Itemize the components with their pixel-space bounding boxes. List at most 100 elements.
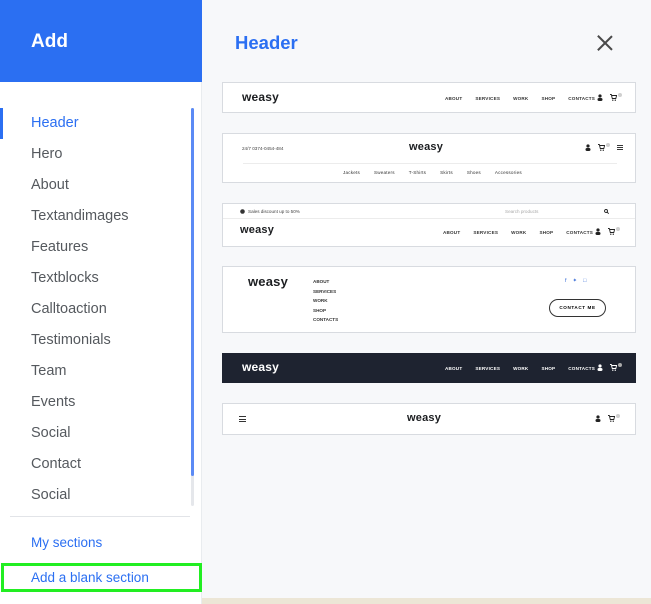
template-social-icons: f ✦ □: [565, 278, 586, 284]
template-logo: weasy: [409, 141, 444, 153]
menu-item-header[interactable]: Header: [0, 108, 202, 139]
menu-icon: [617, 145, 623, 150]
nav-item: WORK: [513, 366, 529, 371]
template-icons: [595, 413, 620, 422]
twitter-icon: ✦: [572, 278, 578, 284]
template-nav: ABOUT SERVICES WORK SHOP CONTACTS: [443, 230, 593, 235]
nav-item: ABOUT: [313, 279, 330, 284]
cart-icon: [610, 94, 617, 101]
template-promo: Sales discount up to 50%: [248, 209, 300, 214]
menu-scrollbar-thumb[interactable]: [191, 108, 194, 476]
sidebar-divider: [10, 516, 190, 517]
cart-icon: [598, 144, 605, 151]
template-icons: [595, 226, 620, 235]
menu-item-events[interactable]: Events: [0, 387, 202, 418]
menu-item-features[interactable]: Features: [0, 232, 202, 263]
add-blank-section-label: Add a blank section: [31, 570, 149, 585]
cart-badge: [616, 226, 620, 231]
add-blank-section-button[interactable]: Add a blank section: [1, 563, 202, 592]
sidebar: Add Header Hero About Textandimages Feat…: [0, 0, 202, 604]
template-logo: weasy: [242, 360, 280, 374]
category-item: Skirts: [440, 170, 453, 175]
cart-badge: [616, 413, 620, 418]
user-icon: [597, 94, 603, 101]
header-template-2[interactable]: 24/7 0374-0454-484 weasy Jackets Sweater…: [222, 133, 636, 183]
cart-icon: [608, 415, 615, 422]
menu-item-testimonials[interactable]: Testimonials: [0, 325, 202, 356]
instagram-icon: □: [583, 278, 587, 284]
category-item: Accessories: [494, 170, 522, 175]
facebook-icon: f: [565, 278, 567, 284]
nav-item: CONTACTS: [568, 96, 596, 101]
close-icon[interactable]: [596, 34, 614, 52]
nav-item: SHOP: [541, 366, 556, 371]
template-nav: ABOUT SERVICES WORK SHOP CONTACTS: [445, 96, 595, 101]
nav-item: ABOUT: [445, 366, 463, 371]
template-divider: [223, 218, 635, 219]
template-divider: [243, 163, 617, 164]
nav-item: WORK: [513, 96, 529, 101]
cart-icon: [610, 364, 617, 371]
template-logo: weasy: [407, 412, 442, 424]
nav-item: WORK: [313, 298, 328, 303]
nav-item: ABOUT: [443, 230, 461, 235]
page-background-strip: [202, 598, 651, 604]
menu-item-social[interactable]: Social: [0, 418, 202, 449]
nav-item: CONTACTS: [568, 366, 596, 371]
nav-item: SERVICES: [475, 96, 501, 101]
sidebar-title: Add: [31, 31, 68, 52]
nav-item: SERVICES: [473, 230, 499, 235]
user-icon: [585, 144, 591, 151]
my-sections-link[interactable]: My sections: [31, 535, 102, 550]
template-icons: [585, 142, 623, 151]
template-vertical-nav: ABOUT SERVICES WORK SHOP CONTACTS: [313, 277, 338, 325]
header-template-5[interactable]: weasy ABOUT SERVICES WORK SHOP CONTACTS: [222, 353, 636, 383]
nav-item: SHOP: [539, 230, 554, 235]
header-template-3[interactable]: Sales discount up to 50% Search products…: [222, 203, 636, 247]
menu-item-about[interactable]: About: [0, 170, 202, 201]
category-item: Shoes: [466, 170, 481, 175]
category-item: Jackets: [343, 170, 360, 175]
panel-title: Header: [235, 32, 298, 53]
template-panel: Header weasy ABOUT SERVICES WORK SHOP CO…: [202, 0, 651, 604]
template-category-nav: Jackets Sweaters T-Shirts Skirts Shoes A…: [343, 170, 522, 175]
template-logo: weasy: [240, 224, 275, 236]
nav-item: SHOP: [541, 96, 556, 101]
menu-item-team[interactable]: Team: [0, 356, 202, 387]
header-template-6[interactable]: weasy: [222, 403, 636, 435]
cart-badge: [618, 92, 622, 97]
nav-item: CONTACTS: [566, 230, 594, 235]
menu-item-contact[interactable]: Contact: [0, 449, 202, 480]
nav-item: WORK: [511, 230, 527, 235]
category-item: Sweaters: [373, 170, 395, 175]
template-phone: 24/7 0374-0454-484: [242, 146, 284, 151]
search-icon: [604, 209, 609, 214]
user-icon: [597, 364, 603, 371]
template-logo: weasy: [248, 274, 289, 289]
template-nav: ABOUT SERVICES WORK SHOP CONTACTS: [445, 366, 595, 371]
header-template-1[interactable]: weasy ABOUT SERVICES WORK SHOP CONTACTS: [222, 82, 636, 113]
nav-item: SERVICES: [313, 288, 337, 294]
cart-badge: [618, 362, 622, 367]
template-search: Search products: [505, 209, 539, 214]
cart-icon: [608, 228, 615, 235]
template-icons: [597, 362, 622, 371]
category-item: T-Shirts: [408, 170, 427, 175]
template-icons: [597, 92, 622, 101]
header-template-4[interactable]: weasy ABOUT SERVICES WORK SHOP CONTACTS …: [222, 266, 636, 333]
user-icon: [595, 228, 601, 235]
nav-item: ABOUT: [445, 96, 463, 101]
menu-item-social-2[interactable]: Social: [0, 480, 202, 511]
user-icon: [595, 415, 601, 422]
info-icon: [240, 209, 245, 214]
nav-item: CONTACTS: [313, 317, 339, 322]
template-logo: weasy: [242, 90, 280, 104]
sidebar-header: Add: [0, 0, 202, 82]
menu-item-textblocks[interactable]: Textblocks: [0, 263, 202, 294]
template-contact-button: CONTACT ME: [549, 299, 606, 317]
menu-item-calltoaction[interactable]: Calltoaction: [0, 294, 202, 325]
menu-item-textandimages[interactable]: Textandimages: [0, 201, 202, 232]
cart-badge: [606, 142, 610, 147]
section-menu: Header Hero About Textandimages Features…: [0, 108, 202, 511]
menu-item-hero[interactable]: Hero: [0, 139, 202, 170]
